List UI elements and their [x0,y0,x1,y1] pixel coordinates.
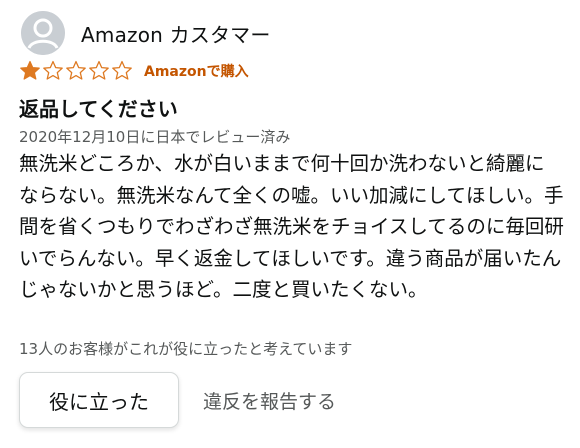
review-card: Amazon カスタマー Amazonで購入 返品してください 2020年12月… [0,0,580,448]
review-body: 無洗米どころか、水が白いままで何十回か洗わないと綺麗にならない。無洗米なんて全く… [19,152,564,301]
helpful-count: 13人のお客様がこれが役に立ったと考えています [19,340,353,358]
reviewer-name: Amazon カスタマー [81,22,271,47]
star-filled-icon [20,60,40,80]
review-date: 2020年12月10日に日本でレビュー済み [19,128,291,146]
star-empty-icon [89,60,109,80]
star-empty-icon [43,60,63,80]
rating-row: Amazonで購入 [19,60,249,82]
star-rating[interactable] [19,60,134,82]
star-empty-icon [66,60,86,80]
review-actions: 役に立った 違反を報告する [19,372,336,428]
user-avatar-icon [21,11,65,55]
helpful-button[interactable]: 役に立った [19,372,179,428]
star-empty-icon [112,60,132,80]
reviewer-profile[interactable]: Amazon カスタマー [21,11,271,55]
review-title: 返品してください [19,97,178,121]
verified-purchase-badge: Amazonで購入 [144,64,249,80]
report-abuse-link[interactable]: 違反を報告する [203,387,336,414]
